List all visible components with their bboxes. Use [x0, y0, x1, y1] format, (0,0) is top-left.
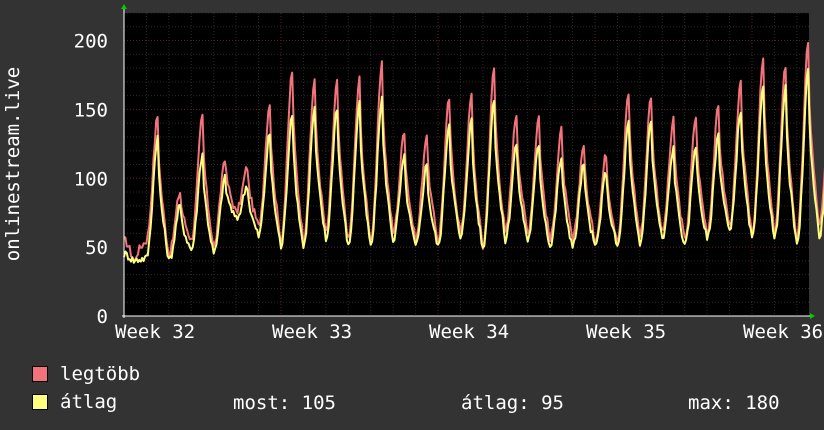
y-tick-label: 200	[74, 31, 108, 53]
y-tick-label: 150	[74, 99, 108, 121]
legend-label-avg: átlag	[60, 391, 118, 413]
y-tick-label: 100	[74, 168, 108, 190]
stat-maximum: max: 180	[688, 392, 780, 414]
x-tick-label: Week 35	[586, 321, 666, 340]
y-axis-label: onlinestream.live	[2, 67, 24, 261]
x-tick-label: Week 33	[272, 321, 352, 340]
legend-swatch-max	[32, 366, 48, 382]
stat-current: most: 105	[233, 392, 336, 414]
legend-item-avg: átlag	[32, 391, 118, 413]
chart: 0 50 100 150 200 Week 32 Week 33 Week 34 Week 35…	[2, 4, 824, 340]
stat-average: átlag: 95	[461, 392, 564, 414]
x-axis-arrow	[810, 313, 815, 319]
legend-item-max: legtöbb	[32, 363, 141, 385]
y-tick-label: 50	[85, 237, 108, 259]
x-tick-label: Week 32	[115, 321, 195, 340]
y-tick-label: 0	[97, 306, 108, 328]
x-tick-label: Week 36	[743, 321, 823, 340]
legend-label-max: legtöbb	[60, 363, 141, 385]
y-axis-arrow	[121, 4, 127, 9]
x-tick-label: Week 34	[429, 321, 509, 340]
legend-swatch-avg	[32, 394, 48, 410]
